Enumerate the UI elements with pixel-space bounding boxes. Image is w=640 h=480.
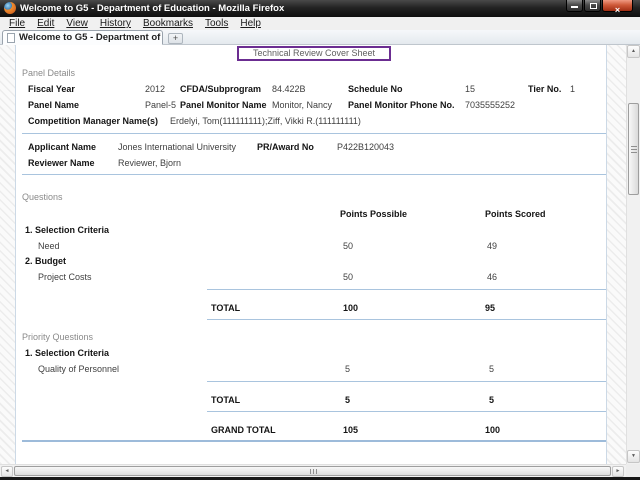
applicant-name-label: Applicant Name <box>28 142 96 152</box>
page-title: Technical Review Cover Sheet <box>237 46 391 61</box>
scroll-down-icon: ▼ <box>628 451 639 462</box>
page-viewport: Technical Review Cover Sheet Panel Detai… <box>0 45 626 464</box>
competition-manager-label: Competition Manager Name(s) <box>28 116 158 126</box>
tier-no-value: 1 <box>570 84 575 94</box>
firefox-icon <box>4 2 16 14</box>
cfda-value: 84.422B <box>272 84 306 94</box>
section-divider <box>22 174 606 175</box>
scrollbar-grip-icon <box>310 469 317 474</box>
competition-manager-value: Erdelyi, Tom(111111111);Ziff, Vikki R.(1… <box>170 116 361 126</box>
restore-button[interactable] <box>584 0 601 12</box>
grand-total-possible: 105 <box>343 425 358 435</box>
minimize-icon <box>571 6 578 8</box>
questions-heading: Questions <box>22 192 63 202</box>
restore-icon <box>590 3 597 9</box>
questions-total-scored: 95 <box>485 303 495 313</box>
menu-edit[interactable]: Edit <box>31 18 60 29</box>
tab-label: Welcome to G5 - Department of Edu... <box>15 32 162 43</box>
question-item-possible: 50 <box>343 241 353 251</box>
panel-name-label: Panel Name <box>28 100 79 110</box>
menu-bookmarks[interactable]: Bookmarks <box>137 18 199 29</box>
vertical-scrollbar[interactable]: ▲ ▼ <box>626 45 640 464</box>
tab-active[interactable]: Welcome to G5 - Department of Edu... <box>2 30 163 45</box>
menu-bar: File Edit View History Bookmarks Tools H… <box>0 17 640 30</box>
section-divider <box>22 133 606 134</box>
menu-file[interactable]: File <box>3 18 31 29</box>
priority-item-name: Quality of Personnel <box>38 364 119 374</box>
table-divider <box>207 289 606 290</box>
close-button[interactable]: × <box>602 0 633 12</box>
questions-section1: 1. Selection Criteria <box>25 225 109 235</box>
table-divider <box>207 411 606 412</box>
panel-monitor-phone-value: 7035555252 <box>465 100 515 110</box>
panel-name-value: Panel-5 <box>145 100 176 110</box>
menu-help[interactable]: Help <box>234 18 267 29</box>
priority-questions-heading: Priority Questions <box>22 332 93 342</box>
pr-award-value: P422B120043 <box>337 142 394 152</box>
scroll-right-button[interactable]: ► <box>612 466 624 477</box>
priority-item-possible: 5 <box>345 364 350 374</box>
page-icon <box>7 33 15 43</box>
questions-section2: 2. Budget <box>25 256 66 266</box>
priority-section1: 1. Selection Criteria <box>25 348 109 358</box>
panel-details-heading: Panel Details <box>22 68 75 78</box>
priority-item-scored: 5 <box>489 364 494 374</box>
points-scored-header: Points Scored <box>485 209 546 219</box>
minimize-button[interactable] <box>566 0 583 12</box>
schedule-no-value: 15 <box>465 84 475 94</box>
priority-total-possible: 5 <box>345 395 350 405</box>
vertical-scrollbar-thumb[interactable] <box>628 103 639 195</box>
close-icon: × <box>615 5 620 15</box>
points-possible-header: Points Possible <box>340 209 407 219</box>
scroll-up-icon: ▲ <box>628 46 639 57</box>
question-item-name: Project Costs <box>38 272 92 282</box>
reviewer-name-label: Reviewer Name <box>28 158 95 168</box>
question-item-scored: 46 <box>487 272 497 282</box>
horizontal-scrollbar[interactable]: ◄ ► <box>0 464 626 477</box>
bottom-divider <box>22 440 606 442</box>
scroll-up-button[interactable]: ▲ <box>627 45 640 58</box>
fiscal-year-value: 2012 <box>145 84 165 94</box>
tier-no-label: Tier No. <box>528 84 561 94</box>
menu-history[interactable]: History <box>94 18 137 29</box>
browser-window: Welcome to G5 - Department of Education … <box>0 0 640 480</box>
panel-monitor-phone-label: Panel Monitor Phone No. <box>348 100 455 110</box>
scrollbar-corner <box>626 464 640 477</box>
pr-award-label: PR/Award No <box>257 142 314 152</box>
questions-total-possible: 100 <box>343 303 358 313</box>
grand-total-label: GRAND TOTAL <box>211 425 276 435</box>
table-divider <box>207 381 606 382</box>
grand-total-scored: 100 <box>485 425 500 435</box>
panel-monitor-value: Monitor, Nancy <box>272 100 332 110</box>
panel-monitor-label: Panel Monitor Name <box>180 100 267 110</box>
schedule-no-label: Schedule No <box>348 84 403 94</box>
scrollbar-grip-icon <box>631 146 637 153</box>
fiscal-year-label: Fiscal Year <box>28 84 75 94</box>
question-item-scored: 49 <box>487 241 497 251</box>
priority-total-label: TOTAL <box>211 395 240 405</box>
scroll-left-icon: ◄ <box>2 467 12 476</box>
applicant-name-value: Jones International University <box>118 142 236 152</box>
new-tab-button[interactable]: + <box>168 33 183 44</box>
priority-total-scored: 5 <box>489 395 494 405</box>
questions-total-label: TOTAL <box>211 303 240 313</box>
question-item-possible: 50 <box>343 272 353 282</box>
menu-tools[interactable]: Tools <box>199 18 234 29</box>
horizontal-scrollbar-thumb[interactable] <box>14 466 611 476</box>
cfda-label: CFDA/Subprogram <box>180 84 261 94</box>
reviewer-name-value: Reviewer, Bjorn <box>118 158 181 168</box>
scroll-right-icon: ► <box>613 467 623 476</box>
scroll-left-button[interactable]: ◄ <box>1 466 13 477</box>
question-item-name: Need <box>38 241 60 251</box>
title-bar[interactable]: Welcome to G5 - Department of Education … <box>0 0 640 17</box>
menu-view[interactable]: View <box>60 18 94 29</box>
scroll-down-button[interactable]: ▼ <box>627 450 640 463</box>
table-divider <box>207 319 606 320</box>
window-title: Welcome to G5 - Department of Education … <box>20 3 284 14</box>
